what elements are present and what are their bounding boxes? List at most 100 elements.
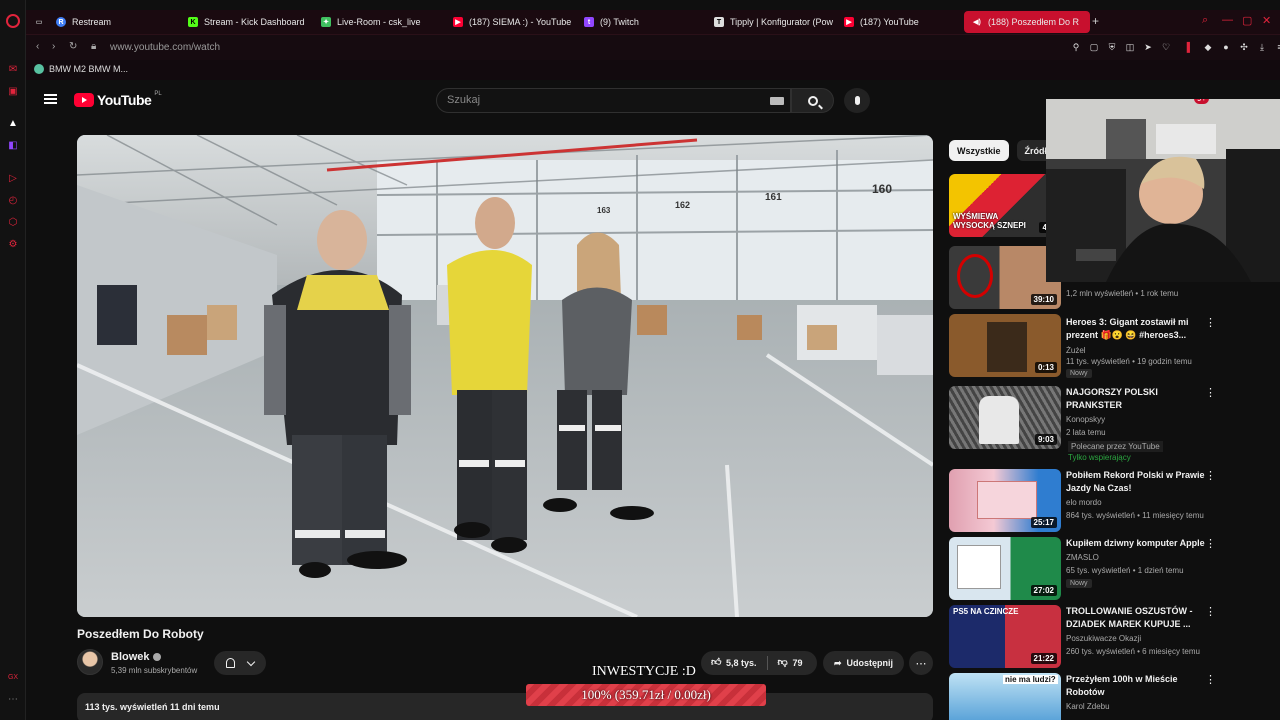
new-badge: Nowy xyxy=(1066,369,1092,378)
history-icon[interactable]: ◴ xyxy=(6,193,20,207)
like-button[interactable]: 👍︎ 5,8 tys. xyxy=(701,651,767,675)
tab-active-video[interactable]: ◀) (188) Poszedłem Do R xyxy=(964,11,1090,33)
recommendation-item[interactable]: nie ma ludzi? Przeżyłem 100h w Mieście R… xyxy=(949,673,1269,720)
notification-bell-button[interactable] xyxy=(214,651,266,675)
twitch-icon[interactable]: ◧ xyxy=(6,138,20,152)
recommendation-item[interactable]: 27:02 Kupiłem dziwny komputer Apple ZMAS… xyxy=(949,537,1269,600)
arrow-up-icon[interactable]: ▲ xyxy=(6,116,20,130)
camera-icon[interactable]: ◫ xyxy=(1124,41,1136,53)
tab-gamepad[interactable]: ▭ xyxy=(26,11,48,33)
thumbnail: 27:02 xyxy=(949,537,1061,600)
cube-icon[interactable]: ⬡ xyxy=(6,215,20,229)
extension-icon[interactable]: ◆ xyxy=(1202,41,1214,53)
more-icon[interactable]: ⋯ xyxy=(6,692,20,706)
channel-name[interactable]: Blowek xyxy=(111,651,150,663)
reload-icon[interactable]: ↻ xyxy=(69,41,77,52)
puzzle-icon[interactable]: ✣ xyxy=(1238,41,1250,53)
more-options-icon[interactable]: ⋮ xyxy=(1205,605,1216,618)
channel-name[interactable]: elo mordo xyxy=(1066,498,1102,507)
mail-icon[interactable]: ▣ xyxy=(6,84,20,98)
hamburger-menu-icon[interactable] xyxy=(44,94,57,104)
more-options-icon[interactable]: ⋮ xyxy=(1205,316,1216,329)
description-box[interactable]: 113 tys. wyświetleń 11 dni temu xyxy=(77,693,933,720)
channel-name[interactable]: Żużel xyxy=(1066,346,1086,355)
search-input[interactable] xyxy=(447,94,747,106)
video-title[interactable]: Pobiłem Rekord Polski w Prawie Jazdy Na … xyxy=(1066,469,1206,495)
tab-youtube-siema[interactable]: ▶ (187) SIEMA :) - YouTube xyxy=(445,11,575,33)
thumbnail-inner xyxy=(987,322,1027,372)
duration: 9:03 xyxy=(1034,434,1057,445)
bookmark-bmw[interactable]: BMW M2 BMW M... xyxy=(34,64,128,74)
close-button[interactable]: ✕ xyxy=(1262,14,1271,27)
video-meta: 65 tys. wyświetleń • 1 dzień temu xyxy=(1066,566,1184,575)
video-title[interactable]: Kupiłem dziwny komputer Apple xyxy=(1066,537,1206,550)
thumbnail-card xyxy=(977,481,1037,519)
share-label: Udostępnij xyxy=(846,658,894,668)
channel-name[interactable]: ZMASLO xyxy=(1066,553,1099,562)
recommendation-item[interactable]: 25:17 Pobiłem Rekord Polski w Prawie Jaz… xyxy=(949,469,1269,532)
search-button[interactable] xyxy=(791,88,834,113)
messenger-icon[interactable]: ✉ xyxy=(6,62,20,76)
maximize-button[interactable]: ▢ xyxy=(1242,14,1252,27)
url-field[interactable]: www.youtube.com/watch xyxy=(110,42,220,53)
audio-icon: ◀) xyxy=(973,19,981,26)
recommendation-item[interactable]: PS5 NA CZINCZE 21:22 TROLLOWANIE OSZUSTÓ… xyxy=(949,605,1269,668)
webcam-image xyxy=(1046,99,1280,282)
dislike-button[interactable]: 👎︎ 79 xyxy=(768,651,813,675)
video-title[interactable]: TROLLOWANIE OSZUSTÓW - DZIADEK MAREK KUP… xyxy=(1066,605,1206,631)
menu-icon[interactable]: ≡ xyxy=(1274,41,1280,53)
channel-name[interactable]: Poszukiwacze Okazji xyxy=(1066,634,1141,643)
video-player[interactable]: 160 161 162 163 xyxy=(77,135,933,617)
video-title[interactable]: Przeżyłem 100h w Mieście Robotów xyxy=(1066,673,1206,699)
duration: 39:10 xyxy=(1030,294,1057,305)
vpn-icon[interactable]: ● xyxy=(1220,41,1232,53)
tab-youtube-home[interactable]: ▶ (187) YouTube xyxy=(836,11,958,33)
back-icon[interactable]: ‹ xyxy=(36,41,39,52)
tab-tipply[interactable]: T Tipply | Konfigurator (Pow xyxy=(706,11,834,33)
channel-name[interactable]: Konopskyy xyxy=(1066,415,1105,424)
youtube-logo[interactable]: YouTube PL xyxy=(74,91,162,108)
video-meta: 260 tys. wyświetleń • 6 miesięcy temu xyxy=(1066,647,1200,656)
video-title[interactable]: Heroes 3: Gigant zostawił mi prezent 🎁😮 … xyxy=(1066,316,1206,342)
snapshot-icon[interactable]: ▢ xyxy=(1088,41,1100,53)
player-icon[interactable]: ▷ xyxy=(6,171,20,185)
channel-avatar[interactable] xyxy=(77,649,103,675)
thumbnail: nie ma ludzi? xyxy=(949,673,1061,720)
settings-icon[interactable]: ⚙ xyxy=(6,237,20,251)
opera-logo-icon[interactable] xyxy=(6,14,20,28)
lock-icon: 🔒︎ xyxy=(91,41,97,52)
pin-icon[interactable]: ⚲ xyxy=(1070,41,1082,53)
more-options-icon[interactable]: ⋮ xyxy=(1205,386,1216,399)
send-icon[interactable]: ➤ xyxy=(1142,41,1154,53)
chip-all[interactable]: Wszystkie xyxy=(949,140,1009,161)
channel-name-row[interactable]: Blowek xyxy=(111,651,161,663)
video-stats: 113 tys. wyświetleń 11 dni temu xyxy=(85,702,220,712)
thumbnail: 25:17 xyxy=(949,469,1061,532)
tab-restream[interactable]: R Restream xyxy=(48,11,172,33)
forward-icon[interactable]: › xyxy=(52,41,55,52)
live-room-icon: ✦ xyxy=(321,17,331,27)
new-tab-button[interactable]: + xyxy=(1092,14,1099,28)
download-icon[interactable]: ⤓ xyxy=(1256,41,1268,53)
keyboard-icon[interactable] xyxy=(770,97,784,105)
search-tabs-icon[interactable]: ⌕ xyxy=(1202,14,1208,27)
tab-strip: ▭ R Restream K Stream - Kick Dashboard ✦ Li… xyxy=(26,10,1280,34)
thumbnail-text: WYŚMIEWA WYSOCKĄ SZNEPI xyxy=(953,212,1026,230)
share-button[interactable]: ➦ Udostępnij xyxy=(823,651,904,675)
channel-name[interactable]: Karol Zdebu xyxy=(1066,702,1110,711)
minimize-button[interactable]: — xyxy=(1222,14,1233,26)
tab-islands-icon[interactable]: ▌ xyxy=(1184,41,1196,53)
tab-twitch[interactable]: t (9) Twitch xyxy=(576,11,700,33)
more-options-icon[interactable]: ⋮ xyxy=(1205,469,1216,482)
more-actions-button[interactable]: ⋯ xyxy=(909,651,933,675)
voice-search-button[interactable] xyxy=(844,88,870,113)
more-options-icon[interactable]: ⋮ xyxy=(1205,537,1216,550)
recommendation-item[interactable]: 0:13 Heroes 3: Gigant zostawił mi prezen… xyxy=(949,314,1269,378)
more-options-icon[interactable]: ⋮ xyxy=(1205,673,1216,686)
recommendation-item[interactable]: 9:03 NAJGORSZY POLSKI PRANKSTER Konopsky… xyxy=(949,386,1269,462)
video-title[interactable]: NAJGORSZY POLSKI PRANKSTER xyxy=(1066,386,1206,412)
heart-icon[interactable]: ♡ xyxy=(1160,41,1172,53)
tab-kick[interactable]: K Stream - Kick Dashboard xyxy=(180,11,305,33)
shield-icon[interactable]: ⛨ xyxy=(1106,41,1118,53)
tab-live-room[interactable]: ✦ Live-Room - csk_live xyxy=(313,11,443,33)
